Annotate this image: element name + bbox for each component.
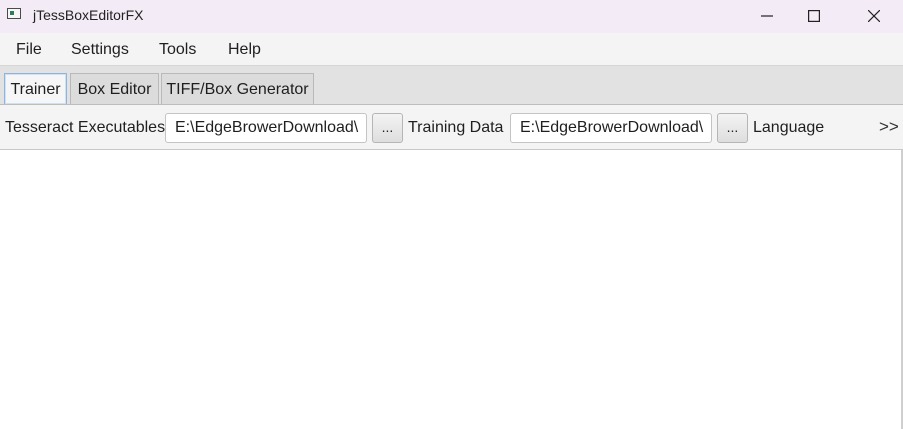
tesseract-browse-button[interactable]: ... [372,113,403,143]
toolbar-overflow-button[interactable]: >> [879,117,899,137]
close-button[interactable] [851,0,897,33]
menu-file[interactable]: File [16,41,42,59]
training-data-field[interactable]: E:\EdgeBrowerDownload\ [510,113,712,143]
title-bar: jTessBoxEditorFX [0,0,903,33]
minimize-icon [761,15,773,17]
tab-trainer[interactable]: Trainer [4,73,67,104]
maximize-icon [808,10,820,22]
minimize-button[interactable] [744,0,790,33]
training-data-browse-button[interactable]: ... [717,113,748,143]
maximize-button[interactable] [791,0,837,33]
close-icon [868,10,880,22]
tesseract-executables-label: Tesseract Executables [5,119,166,136]
trainer-output-area[interactable] [0,150,903,429]
tab-box-editor[interactable]: Box Editor [70,73,159,104]
tesseract-executables-field[interactable]: E:\EdgeBrowerDownload\ [165,113,367,143]
menu-help[interactable]: Help [228,41,261,59]
app-icon [7,8,21,19]
tab-tiff-box-generator[interactable]: TIFF/Box Generator [161,73,314,104]
window-title: jTessBoxEditorFX [33,7,144,23]
tab-strip: Trainer Box Editor TIFF/Box Generator [0,66,903,105]
language-label: Language [753,119,825,136]
menu-bar: File Settings Tools Help [0,33,903,66]
menu-settings[interactable]: Settings [71,41,129,59]
menu-tools[interactable]: Tools [159,41,196,59]
training-data-label: Training Data [408,119,504,136]
trainer-toolbar: Tesseract Executables E:\EdgeBrowerDownl… [0,105,903,150]
